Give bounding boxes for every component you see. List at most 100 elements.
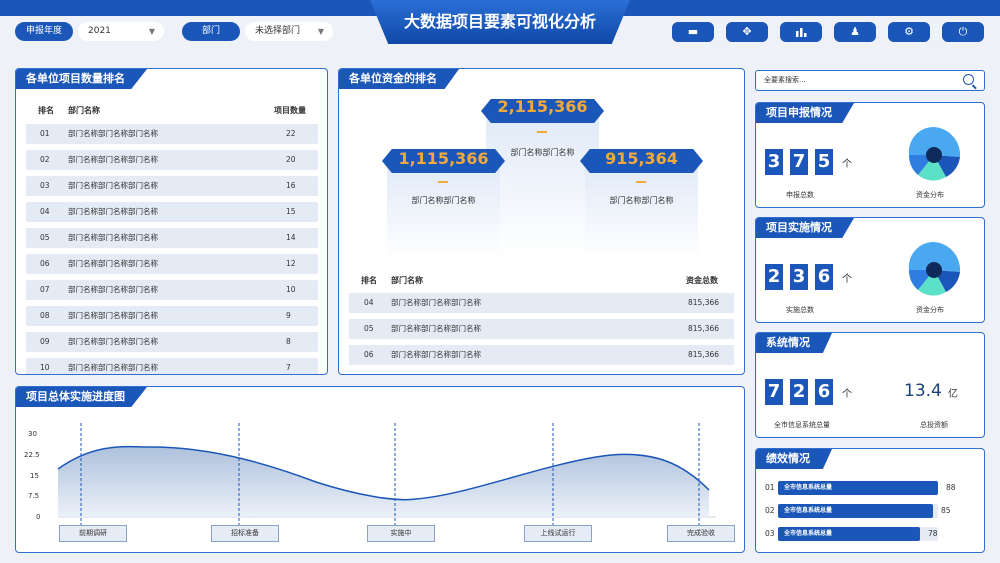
podium-first: 2,115,366 部门名称部门名称: [481, 97, 604, 271]
rank-panel: 各单位项目数量排名 排名 部门名称 项目数量 01 部门名称部门名称部门名称 2…: [15, 68, 328, 375]
perf-bar: 全市信息系统总量: [778, 481, 938, 495]
dept-value: 未选择部门: [255, 26, 301, 36]
year-label: 申报年度: [15, 22, 73, 41]
podium-second: 1,115,366 部门名称部门名称: [382, 149, 505, 271]
row-name: 部门名称部门名称部门名称: [68, 129, 158, 138]
row-rank: 06: [40, 259, 50, 268]
rank-header-count: 项目数量: [274, 106, 306, 115]
row-count: 22: [286, 129, 296, 138]
perf-panel-title: 绩效情况: [756, 449, 832, 469]
table-row[interactable]: 08 部门名称部门名称部门名称 9: [26, 306, 318, 326]
podium-label: 部门名称部门名称: [411, 196, 476, 205]
table-row[interactable]: 09 部门名称部门名称部门名称 8: [26, 332, 318, 352]
system-panel-title: 系统情况: [756, 333, 832, 353]
invest-unit: 亿: [948, 389, 958, 400]
row-rank: 05: [40, 233, 50, 242]
table-row[interactable]: 06 部门名称部门名称部门名称 815,366: [349, 345, 734, 365]
table-row[interactable]: 07 部门名称部门名称部门名称 10: [26, 280, 318, 300]
row-rank: 06: [364, 350, 374, 359]
digit: 7: [765, 379, 783, 405]
user-icon: ♟: [850, 25, 860, 38]
monitor-button[interactable]: ▬: [672, 22, 714, 42]
table-row[interactable]: 05 部门名称部门名称部门名称 14: [26, 228, 318, 248]
invest-value: 13.4: [904, 381, 942, 401]
row-name: 部门名称部门名称部门名称: [68, 155, 158, 164]
table-row[interactable]: 04 部门名称部门名称部门名称 815,366: [349, 293, 734, 313]
fund-panel-title: 各单位资金的排名: [339, 69, 459, 89]
row-name: 部门名称部门名称部门名称: [68, 259, 158, 268]
fund-distribution-chart: [908, 126, 961, 181]
unit-label: 个: [842, 159, 852, 170]
rank-header-rank: 排名: [38, 106, 54, 115]
grid-icon: ✥: [742, 25, 752, 38]
search-icon[interactable]: [963, 74, 974, 85]
row-rank: 04: [364, 298, 374, 307]
progress-panel: 项目总体实施进度图 30 22.5 15 7.5 0 前期调研 招标准备 实施中…: [15, 386, 745, 553]
progress-area: [58, 446, 709, 517]
podium-label: 部门名称部门名称: [510, 148, 575, 157]
row-count: 12: [286, 259, 296, 268]
podium-value: 915,364: [605, 149, 678, 168]
row-count: 9: [286, 311, 291, 320]
perf-value: 78: [928, 529, 938, 538]
year-value: 2021: [88, 26, 111, 36]
rank-panel-title: 各单位项目数量排名: [16, 69, 147, 89]
table-row[interactable]: 02 部门名称部门名称部门名称 20: [26, 150, 318, 170]
table-row[interactable]: 04 部门名称部门名称部门名称 15: [26, 202, 318, 222]
apply-panel: 项目申报情况 3 7 5 个 申报总数 资金分布: [755, 102, 985, 208]
table-row[interactable]: 05 部门名称部门名称部门名称 815,366: [349, 319, 734, 339]
perf-bar: 全市信息系统总量: [778, 527, 920, 541]
row-name: 部门名称部门名称部门名称: [68, 207, 158, 216]
table-row[interactable]: 03 部门名称部门名称部门名称 16: [26, 176, 318, 196]
row-name: 部门名称部门名称部门名称: [68, 181, 158, 190]
row-amount: 815,366: [688, 298, 720, 307]
year-select[interactable]: 2021 ▼: [78, 22, 164, 41]
row-rank: 05: [364, 324, 374, 333]
row-rank: 10: [40, 363, 50, 372]
table-row[interactable]: 06 部门名称部门名称部门名称 12: [26, 254, 318, 274]
row-rank: 02: [40, 155, 50, 164]
row-name: 部门名称部门名称部门名称: [391, 324, 481, 333]
user-button[interactable]: ♟: [834, 22, 876, 42]
bar-chart-button[interactable]: [780, 22, 822, 42]
row-amount: 815,366: [688, 350, 720, 359]
y-tick-label: 15: [30, 472, 39, 480]
perf-rank: 01: [765, 483, 775, 492]
grid-button[interactable]: ✥: [726, 22, 768, 42]
gear-icon: ⚙: [904, 25, 914, 38]
row-name: 部门名称部门名称部门名称: [68, 337, 158, 346]
settings-button[interactable]: ⚙: [888, 22, 930, 42]
row-name: 部门名称部门名称部门名称: [68, 233, 158, 242]
power-button[interactable]: ⏻: [942, 22, 984, 42]
stage-label[interactable]: 前期调研: [59, 525, 127, 542]
unit-label: 个: [842, 274, 852, 285]
chevron-down-icon: ▼: [148, 27, 155, 36]
table-row[interactable]: 01 部门名称部门名称部门名称 22: [26, 124, 318, 144]
row-rank: 07: [40, 285, 50, 294]
impl-panel: 项目实施情况 2 3 6 个 实施总数 资金分布: [755, 217, 985, 323]
chevron-down-icon: ▼: [317, 27, 324, 36]
stage-label[interactable]: 实施中: [367, 525, 435, 542]
digit: 6: [815, 379, 833, 405]
dept-select[interactable]: 未选择部门 ▼: [245, 22, 333, 41]
row-count: 8: [286, 337, 291, 346]
perf-panel: 绩效情况 01 全市信息系统总量 88 02 全市信息系统总量 85 03 全市信息…: [755, 448, 985, 553]
podium-dash: [636, 181, 646, 183]
digit: 2: [790, 379, 808, 405]
search-input[interactable]: 全要素搜索...: [755, 70, 985, 91]
perf-value: 88: [946, 483, 956, 492]
stage-label[interactable]: 上线试运行: [524, 525, 592, 542]
stage-label[interactable]: 招标准备: [211, 525, 279, 542]
row-name: 部门名称部门名称部门名称: [68, 285, 158, 294]
row-count: 10: [286, 285, 296, 294]
row-count: 20: [286, 155, 296, 164]
table-row[interactable]: 10 部门名称部门名称部门名称 7: [26, 358, 318, 374]
stage-label[interactable]: 完成验收: [667, 525, 735, 542]
perf-value: 85: [941, 506, 951, 515]
search-placeholder: 全要素搜索...: [764, 76, 806, 84]
row-count: 7: [286, 363, 291, 372]
row-count: 14: [286, 233, 296, 242]
row-count: 15: [286, 207, 296, 216]
y-tick-label: 22.5: [24, 451, 40, 459]
fund-panel: 各单位资金的排名 2,115,366 部门名称部门名称 1,115,366 部门…: [338, 68, 745, 375]
